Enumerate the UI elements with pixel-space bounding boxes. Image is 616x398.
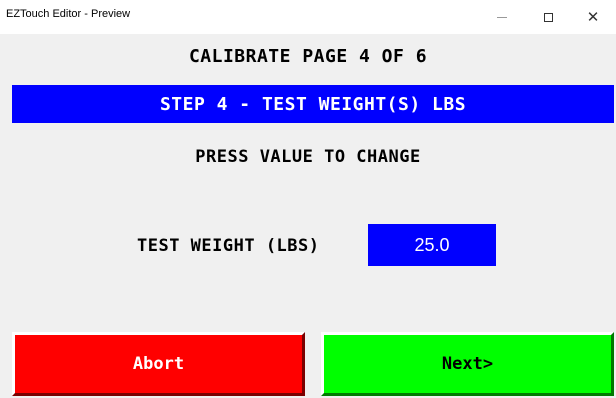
next-button[interactable]: Next> [321, 332, 614, 396]
window-title: EZTouch Editor - Preview [6, 8, 131, 20]
test-weight-value-button[interactable]: 25.0 [368, 224, 496, 266]
minimize-button[interactable] [479, 2, 525, 32]
test-weight-value: 25.0 [414, 234, 450, 255]
title-bar: EZTouch Editor - Preview ✕ [0, 0, 616, 34]
preview-window: EZTouch Editor - Preview ✕ CALIBRATE PAG… [0, 0, 616, 398]
maximize-icon [543, 12, 553, 22]
test-weight-label: TEST WEIGHT (LBS) [137, 236, 320, 256]
step-banner: STEP 4 - TEST WEIGHT(S) LBS [12, 85, 614, 123]
close-button[interactable]: ✕ [570, 2, 616, 32]
abort-label: Abort [132, 354, 185, 374]
next-label: Next> [441, 354, 494, 374]
page-title: CALIBRATE PAGE 4 OF 6 [188, 46, 428, 67]
instruction-text: PRESS VALUE TO CHANGE [195, 147, 421, 167]
maximize-button[interactable] [525, 2, 571, 32]
abort-button[interactable]: Abort [12, 332, 305, 396]
close-icon: ✕ [586, 8, 600, 26]
minimize-icon [497, 16, 507, 18]
step-banner-text: STEP 4 - TEST WEIGHT(S) LBS [159, 93, 467, 115]
